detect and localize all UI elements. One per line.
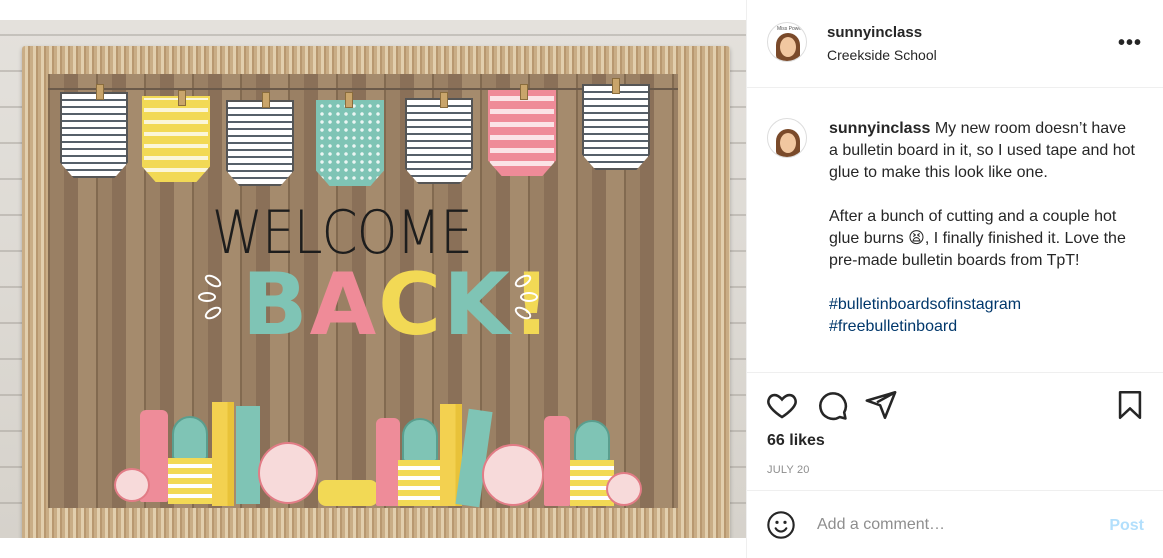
- cactus-decoration: [574, 420, 610, 462]
- more-options-icon[interactable]: •••: [1118, 32, 1142, 55]
- pennant-pencil: [60, 92, 128, 178]
- pot-decoration: [168, 458, 212, 504]
- clothespin: [440, 92, 448, 108]
- pennant-pencil-right: [582, 84, 650, 170]
- clothespin: [262, 92, 270, 108]
- save-bookmark-icon[interactable]: [1113, 388, 1147, 422]
- pennant-cactus: [405, 98, 473, 184]
- caption-avatar[interactable]: [767, 118, 807, 158]
- apple-decoration: [482, 444, 544, 506]
- emoji-icon[interactable]: [765, 509, 799, 543]
- caption-username[interactable]: sunnyinclass: [829, 120, 930, 137]
- comment-bar: Post: [747, 490, 1163, 558]
- instagram-post: WELCOME B A C K ! Miss Powers sunnyincla…: [0, 0, 1163, 558]
- back-letter: A: [309, 255, 377, 355]
- post-comment-button[interactable]: Post: [1109, 517, 1144, 535]
- caption-text-2: After a bunch of cutting and a couple ho…: [829, 208, 1126, 269]
- clothespin: [612, 78, 620, 94]
- pencil-decoration: [212, 402, 234, 506]
- post-caption: sunnyinclass My new room doesn’t have a …: [829, 118, 1139, 366]
- post-sidebar: Miss Powers sunnyinclass Creekside Schoo…: [746, 0, 1163, 558]
- apple-decoration: [606, 472, 642, 506]
- post-actions: 66 likes JULY 20: [747, 372, 1163, 490]
- crayon-decoration: [376, 418, 400, 506]
- share-send-icon[interactable]: [864, 388, 898, 422]
- burst-right: [500, 270, 540, 322]
- pot-decoration: [398, 460, 442, 506]
- ribbon-decoration: [318, 480, 378, 506]
- location-link[interactable]: Creekside School: [827, 47, 937, 63]
- burst-left: [198, 270, 238, 322]
- clothespin: [178, 90, 186, 106]
- header-username[interactable]: sunnyinclass: [827, 24, 922, 41]
- avatar[interactable]: Miss Powers: [767, 22, 807, 62]
- avatar-tag: Miss Powers: [777, 26, 806, 32]
- post-date[interactable]: JULY 20: [767, 464, 810, 476]
- pennant-yellow-stripe: [142, 96, 210, 182]
- apple-decoration: [114, 468, 150, 502]
- clothespin: [345, 92, 353, 108]
- hashtag-link[interactable]: #bulletinboardsofinstagram: [829, 294, 1139, 316]
- pennant-apple: [226, 100, 294, 186]
- pennant-teal-dots: [316, 100, 384, 186]
- like-heart-icon[interactable]: [765, 388, 799, 422]
- clothespin: [520, 84, 528, 100]
- likes-count[interactable]: 66 likes: [767, 432, 825, 450]
- apple-decoration: [258, 442, 318, 504]
- comment-bubble-icon[interactable]: [815, 388, 849, 422]
- back-letter: B: [242, 255, 308, 355]
- post-header: Miss Powers sunnyinclass Creekside Schoo…: [747, 0, 1163, 88]
- ruler-decoration: [236, 406, 260, 504]
- comment-input[interactable]: [817, 513, 1077, 537]
- clothespin: [96, 84, 104, 100]
- hashtag-link[interactable]: #freebulletinboard: [829, 316, 1139, 338]
- cactus-decoration: [402, 418, 438, 462]
- back-letter: C: [378, 255, 442, 355]
- post-image[interactable]: WELCOME B A C K !: [0, 20, 746, 538]
- pennant-pink-stripe: [488, 90, 556, 176]
- crayon-decoration: [544, 416, 570, 506]
- cactus-decoration: [172, 416, 208, 460]
